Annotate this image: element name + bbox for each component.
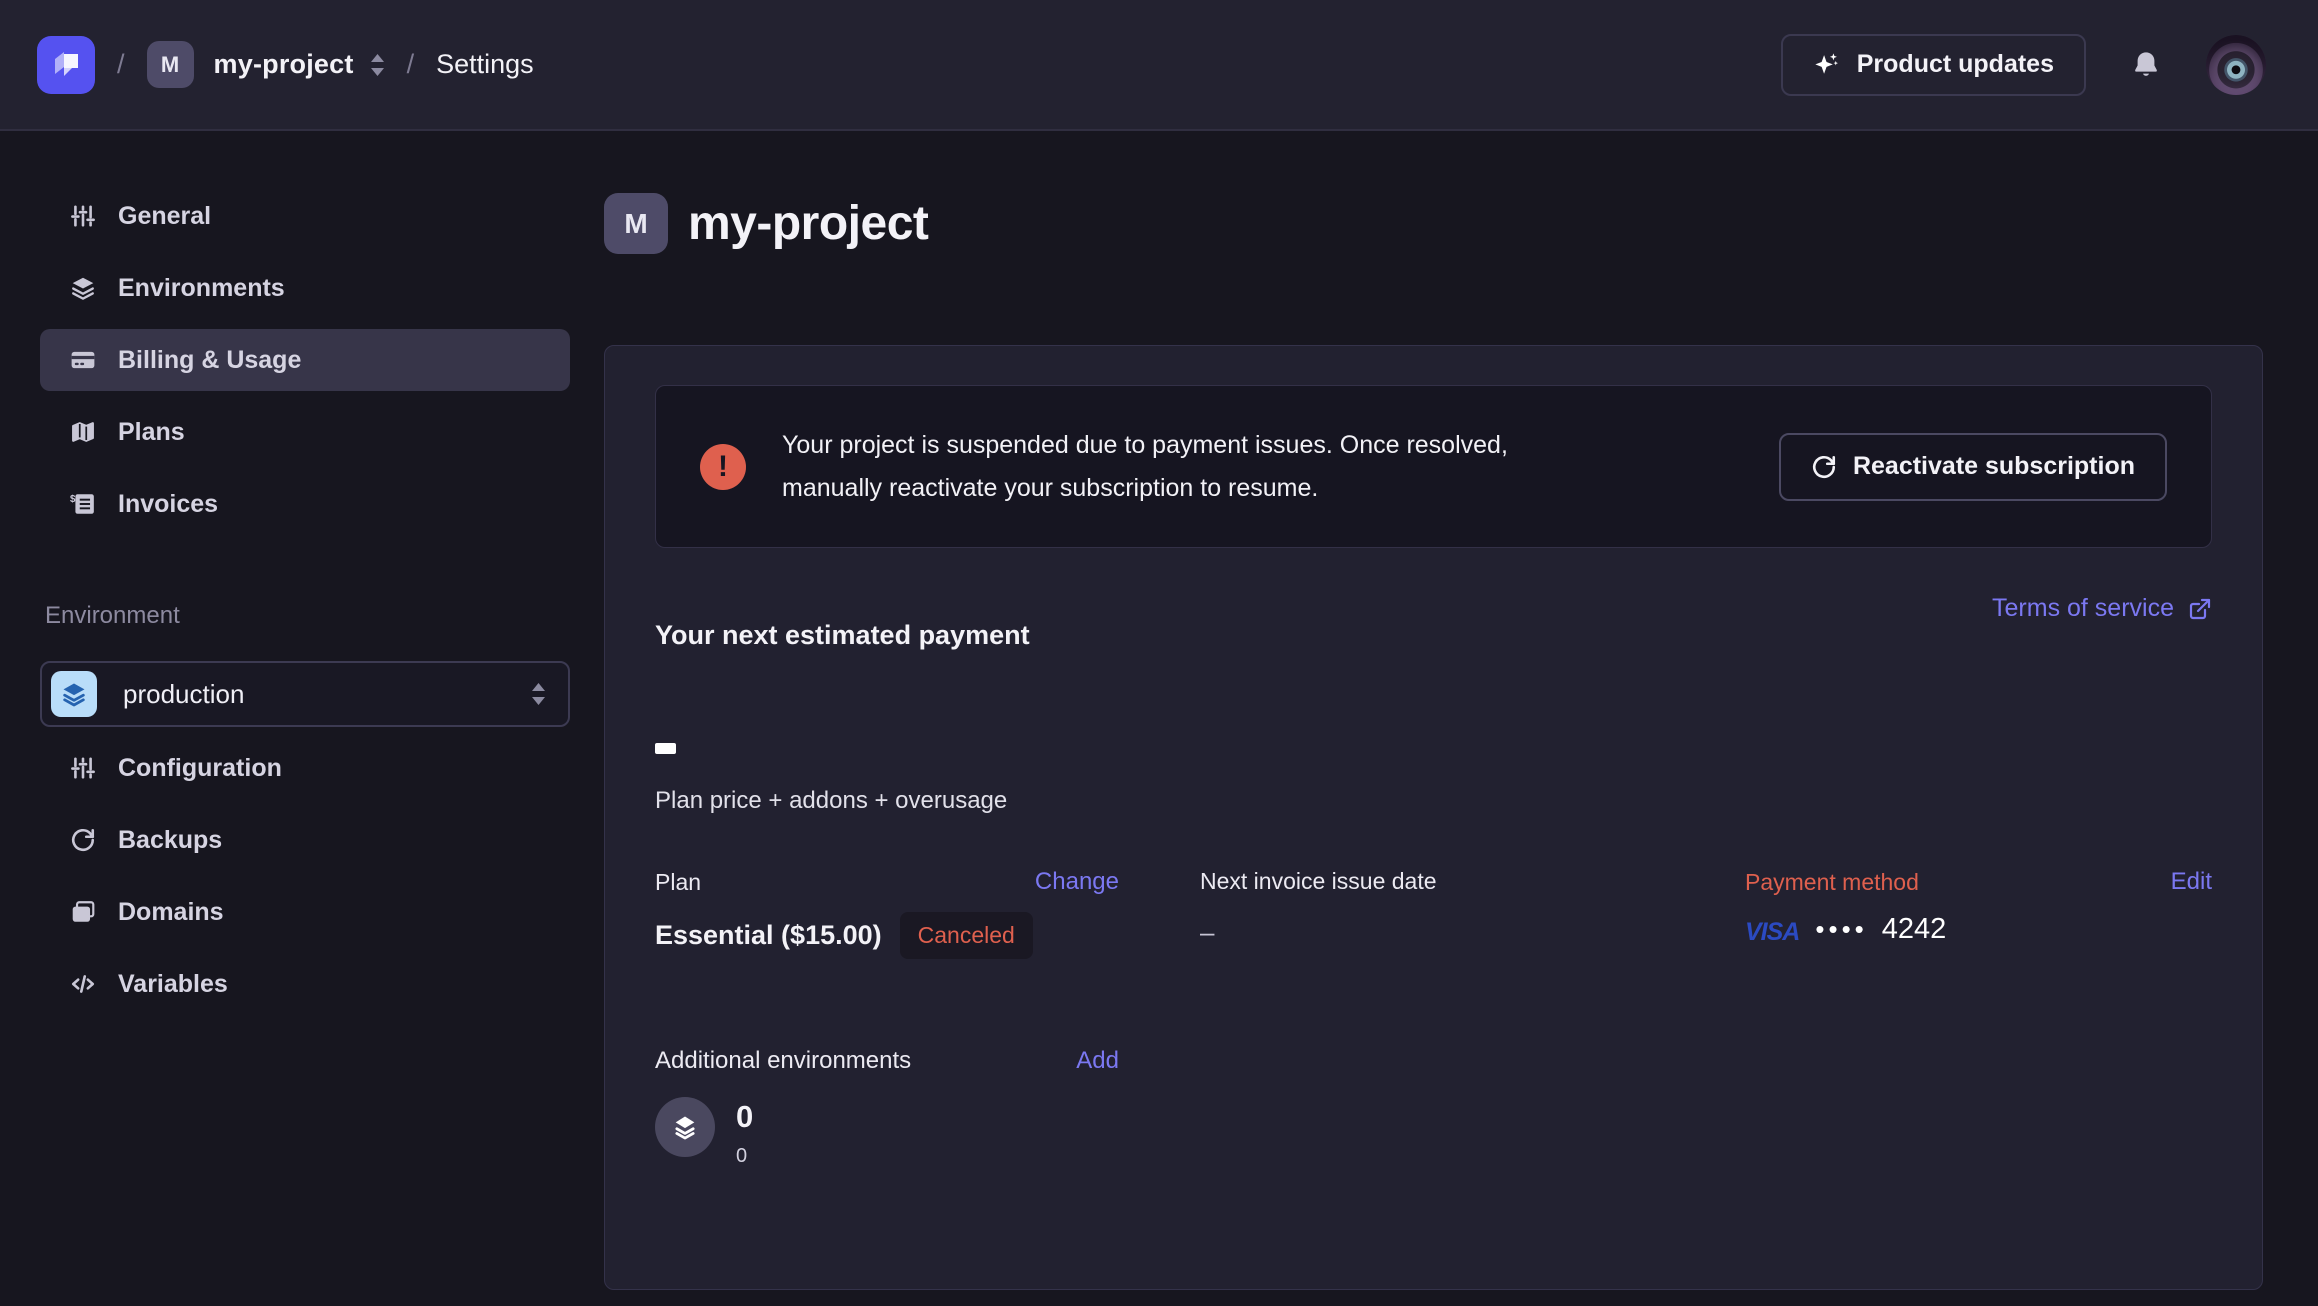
layers-icon xyxy=(60,680,88,708)
edit-payment-method-link[interactable]: Edit xyxy=(2171,868,2212,896)
invoice-icon: $ xyxy=(70,491,96,517)
environments-subcount: 0 xyxy=(736,1146,753,1166)
sidebar-item-label: Domains xyxy=(118,898,224,927)
next-invoice-column: Next invoice issue date – xyxy=(1200,868,1745,959)
sidebar-item-label: Environments xyxy=(118,274,285,303)
card-last4: 4242 xyxy=(1882,913,1947,946)
alert-message: Your project is suspended due to payment… xyxy=(782,424,1508,510)
credit-card-icon xyxy=(70,347,96,373)
terms-of-service-label: Terms of service xyxy=(1992,594,2174,623)
chevron-up-down-icon xyxy=(370,53,385,77)
project-initial-badge: M xyxy=(147,41,194,88)
add-environment-link[interactable]: Add xyxy=(1076,1047,1119,1075)
breadcrumb-project-switcher[interactable]: M my-project xyxy=(147,41,385,88)
visa-logo: VISA xyxy=(1745,918,1799,947)
project-initial-badge: M xyxy=(604,193,668,254)
product-updates-label: Product updates xyxy=(1857,50,2054,79)
breadcrumb-separator: / xyxy=(407,49,415,80)
environment-select[interactable]: production xyxy=(40,661,570,727)
top-navbar: / M my-project / Settings Product update… xyxy=(0,0,2318,131)
brand-logo-icon xyxy=(48,47,84,83)
sidebar-item-configuration[interactable]: Configuration xyxy=(40,737,570,799)
user-avatar[interactable] xyxy=(2206,35,2266,95)
sidebar-item-variables[interactable]: Variables xyxy=(40,953,570,1015)
sidebar-item-label: Variables xyxy=(118,970,228,999)
settings-sidebar: General Environments Billing & Usage xyxy=(0,131,604,1306)
refresh-icon xyxy=(70,827,96,853)
external-link-icon xyxy=(2188,597,2212,621)
card-number-dots: •••• xyxy=(1815,914,1867,945)
alert-message-line2: manually reactivate your subscription to… xyxy=(782,467,1508,510)
environments-count-icon xyxy=(655,1097,715,1157)
chevron-up-down-icon xyxy=(531,682,546,706)
plan-name: Essential ($15.00) xyxy=(655,920,882,951)
environment-icon-badge xyxy=(51,671,97,717)
sidebar-item-billing-usage[interactable]: Billing & Usage xyxy=(40,329,570,391)
sidebar-item-environments[interactable]: Environments xyxy=(40,257,570,319)
additional-environments-label: Additional environments xyxy=(655,1047,911,1075)
svg-text:$: $ xyxy=(70,494,76,505)
next-payment-empty-value xyxy=(655,743,676,754)
layers-icon xyxy=(70,275,96,301)
suspension-alert: ! Your project is suspended due to payme… xyxy=(655,385,2212,548)
breadcrumb-separator: / xyxy=(117,49,125,80)
alert-message-line1: Your project is suspended due to payment… xyxy=(782,424,1508,467)
payment-method-column: Payment method Edit VISA •••• 4242 xyxy=(1745,868,2212,959)
billing-card: ! Your project is suspended due to payme… xyxy=(604,345,2263,1290)
breadcrumb-page[interactable]: Settings xyxy=(436,49,534,80)
reactivate-subscription-button[interactable]: Reactivate subscription xyxy=(1779,433,2167,501)
next-invoice-value: – xyxy=(1200,917,1745,948)
sidebar-item-label: General xyxy=(118,202,211,231)
sidebar-item-invoices[interactable]: $ Invoices xyxy=(40,473,570,535)
plan-column: Plan Change Essential ($15.00) Canceled xyxy=(655,868,1200,959)
code-icon xyxy=(70,971,96,997)
sliders-icon xyxy=(70,755,96,781)
main-content: M my-project ! Your project is suspended… xyxy=(604,131,2318,1306)
breadcrumb-project-name: my-project xyxy=(214,49,354,80)
alert-exclamation-icon: ! xyxy=(700,444,746,490)
terms-of-service-link[interactable]: Terms of service xyxy=(1992,594,2212,623)
page-title: my-project xyxy=(688,196,928,251)
change-plan-link[interactable]: Change xyxy=(1035,868,1119,896)
app-logo[interactable] xyxy=(37,36,95,94)
sidebar-item-label: Billing & Usage xyxy=(118,346,301,375)
plan-status-badge: Canceled xyxy=(900,912,1033,959)
map-icon xyxy=(70,419,96,445)
next-payment-formula: Plan price + addons + overusage xyxy=(655,787,2212,815)
sidebar-item-label: Plans xyxy=(118,418,185,447)
sidebar-item-plans[interactable]: Plans xyxy=(40,401,570,463)
sparkles-icon xyxy=(1813,51,1841,79)
sidebar-item-backups[interactable]: Backups xyxy=(40,809,570,871)
environment-settings-nav: Configuration Backups Domains xyxy=(40,737,570,1015)
sidebar-item-label: Backups xyxy=(118,826,222,855)
additional-environments-section: Additional environments Add 0 0 xyxy=(655,1047,2212,1166)
next-payment-heading: Your next estimated payment xyxy=(655,594,1030,651)
environments-count: 0 xyxy=(736,1101,753,1132)
project-settings-nav: General Environments Billing & Usage xyxy=(40,185,570,535)
next-invoice-label: Next invoice issue date xyxy=(1200,868,1437,895)
sliders-icon xyxy=(70,203,96,229)
refresh-icon xyxy=(1811,454,1837,480)
layers-icon xyxy=(671,1113,699,1141)
payment-method-label: Payment method xyxy=(1745,869,1919,896)
sidebar-item-label: Configuration xyxy=(118,754,282,783)
sidebar-item-label: Invoices xyxy=(118,490,218,519)
sidebar-item-general[interactable]: General xyxy=(40,185,570,247)
product-updates-button[interactable]: Product updates xyxy=(1781,34,2086,96)
sidebar-item-domains[interactable]: Domains xyxy=(40,881,570,943)
plan-label: Plan xyxy=(655,869,701,896)
environment-section-label: Environment xyxy=(45,602,570,630)
book-icon xyxy=(70,899,96,925)
environment-select-value: production xyxy=(123,679,244,710)
reactivate-subscription-label: Reactivate subscription xyxy=(1853,452,2135,481)
notifications-bell-icon[interactable] xyxy=(2130,49,2162,81)
